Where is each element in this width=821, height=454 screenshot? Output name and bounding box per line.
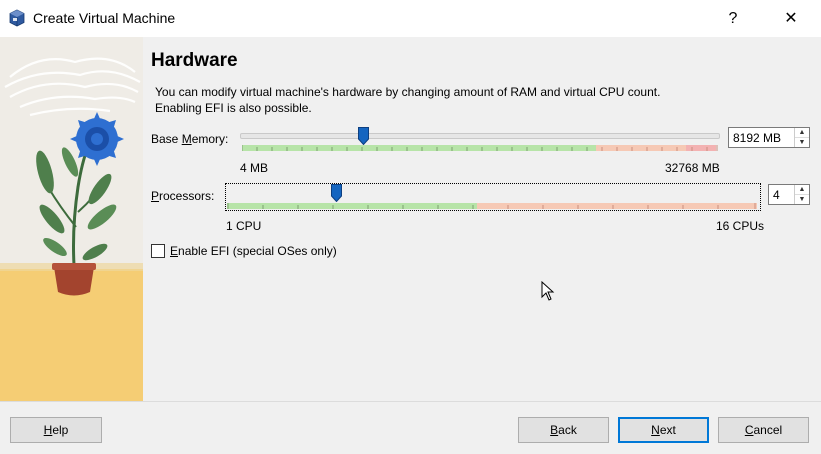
help-title-button[interactable]: ? xyxy=(710,4,756,34)
page-description: You can modify virtual machine's hardwar… xyxy=(155,84,755,116)
description-line: Enabling EFI is also possible. xyxy=(155,101,312,115)
memory-spinbox[interactable]: 8192 MB ▲ ▼ xyxy=(728,127,810,148)
hardware-page: Hardware You can modify virtual machine'… xyxy=(143,37,821,401)
enable-efi-label[interactable]: Enable EFI (special OSes only) xyxy=(170,244,337,258)
base-memory-slider[interactable] xyxy=(240,125,722,155)
slider-ticks xyxy=(227,203,756,209)
spin-buttons: ▲ ▼ xyxy=(794,128,809,147)
processors-value[interactable]: 4 xyxy=(773,188,780,202)
page-title: Hardware xyxy=(151,50,238,71)
memory-max-label: 32768 MB xyxy=(665,161,720,175)
processors-label: Processors: xyxy=(151,189,215,203)
back-button[interactable]: Back xyxy=(518,417,609,443)
description-line: You can modify virtual machine's hardwar… xyxy=(155,85,661,99)
mouse-cursor-icon xyxy=(541,281,555,301)
spin-up-icon[interactable]: ▲ xyxy=(795,185,809,195)
virtualbox-icon xyxy=(9,9,25,27)
plant-illustration xyxy=(0,37,143,401)
enable-efi-checkbox[interactable] xyxy=(151,244,165,258)
cancel-button[interactable]: Cancel xyxy=(718,417,809,443)
close-button[interactable]: ✕ xyxy=(768,4,814,34)
processors-spinbox[interactable]: 4 ▲ ▼ xyxy=(768,184,810,205)
memory-slider-handle[interactable] xyxy=(358,127,369,145)
base-memory-label: Base Memory: xyxy=(151,132,229,146)
processors-slider-handle[interactable] xyxy=(331,184,342,202)
button-bar: Help Back Next Cancel xyxy=(0,401,821,454)
window-title: Create Virtual Machine xyxy=(33,10,176,26)
wizard-illustration xyxy=(0,37,143,401)
spin-down-icon[interactable]: ▼ xyxy=(795,138,809,147)
memory-min-label: 4 MB xyxy=(240,161,269,175)
processors-max-label: 16 CPUs xyxy=(716,219,765,233)
help-button[interactable]: Help xyxy=(10,417,102,443)
spin-buttons: ▲ ▼ xyxy=(794,185,809,204)
title-bar: Create Virtual Machine ? ✕ xyxy=(0,0,821,37)
next-button[interactable]: Next xyxy=(618,417,709,443)
processors-min-label: 1 CPU xyxy=(226,219,262,233)
spin-down-icon[interactable]: ▼ xyxy=(795,195,809,204)
processors-slider[interactable] xyxy=(227,181,761,211)
spin-up-icon[interactable]: ▲ xyxy=(795,128,809,138)
memory-value[interactable]: 8192 MB xyxy=(733,131,781,145)
slider-groove xyxy=(240,133,720,139)
slider-ticks xyxy=(242,145,718,151)
